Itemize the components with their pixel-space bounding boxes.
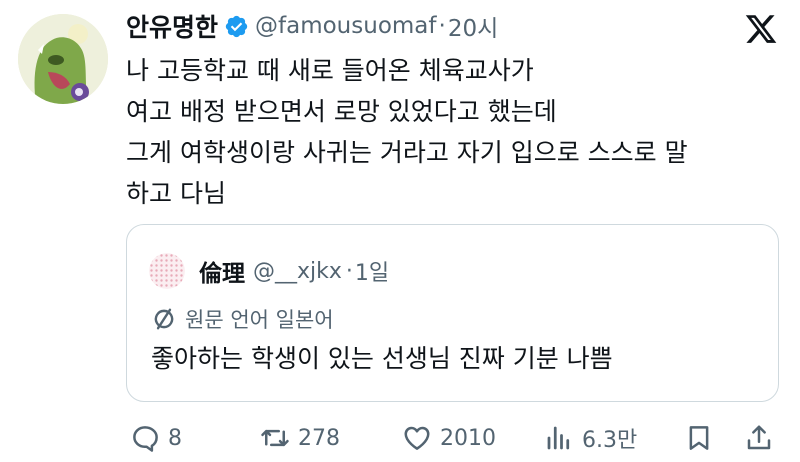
tweet-time[interactable]: 20시 [448, 9, 498, 43]
action-bar: 8 278 2010 6.3만 [130, 418, 780, 458]
translate-label-text: 원문 언어 일본어 [185, 308, 334, 332]
bookmark-button[interactable] [684, 418, 722, 458]
repost-count: 278 [298, 425, 340, 451]
repost-button[interactable]: 278 [260, 418, 340, 458]
tweet-text-line: 여고 배정 받으면서 로망 있었다고 했는데 [126, 97, 557, 126]
tweet-header: 안유명한 @famousuomaf · 20시 [126, 6, 498, 46]
quoted-header: 倫理 @__xjkx · 1일 [199, 251, 389, 291]
quoted-time[interactable]: 1일 [355, 255, 389, 287]
tweet-text-line: 그게 여학생이랑 사귀는 거라고 자기 입으로 스스로 말 [126, 138, 688, 167]
translate-icon [154, 308, 174, 330]
quoted-author-handle[interactable]: @__xjkx [253, 259, 342, 284]
reply-button[interactable]: 8 [130, 418, 182, 458]
author-handle[interactable]: @famousuomaf [255, 13, 436, 39]
avatar-image [149, 253, 185, 289]
translate-label: 원문 언어 일본어 [151, 304, 334, 334]
reply-count: 8 [168, 425, 182, 451]
like-icon [404, 426, 430, 450]
tweet-text-line: 하고 다님 [126, 179, 226, 208]
repost-icon [261, 429, 289, 447]
like-count: 2010 [440, 425, 496, 451]
reply-icon [133, 426, 158, 452]
bookmark-icon [689, 426, 709, 450]
tweet-text: 나 고등학교 때 새로 들어온 체육교사가 여고 배정 받으면서 로망 있었다고… [126, 50, 776, 214]
quoted-tweet[interactable]: 倫理 @__xjkx · 1일 원문 언어 일본어 좋아하는 학생이 있는 선생… [126, 224, 779, 402]
quoted-author-avatar[interactable] [149, 253, 185, 289]
views-icon [547, 426, 570, 450]
avatar-image [18, 14, 108, 104]
tweet-text-line: 나 고등학교 때 새로 들어온 체육교사가 [126, 56, 534, 85]
quoted-text: 좋아하는 학생이 있는 선생님 진짜 기분 나쁨 [151, 344, 613, 373]
share-button[interactable] [744, 418, 782, 458]
quoted-time-separator: · [345, 258, 353, 284]
author-avatar[interactable] [18, 14, 108, 104]
x-logo-icon[interactable] [743, 12, 779, 46]
view-count: 6.3만 [582, 428, 638, 453]
verified-badge-icon [224, 14, 249, 39]
time-separator: · [438, 13, 446, 39]
views-button[interactable]: 6.3만 [544, 418, 637, 458]
share-icon [747, 425, 771, 450]
author-name[interactable]: 안유명한 [126, 8, 218, 44]
like-button[interactable]: 2010 [402, 418, 496, 458]
quoted-author-name[interactable]: 倫理 [199, 254, 245, 288]
